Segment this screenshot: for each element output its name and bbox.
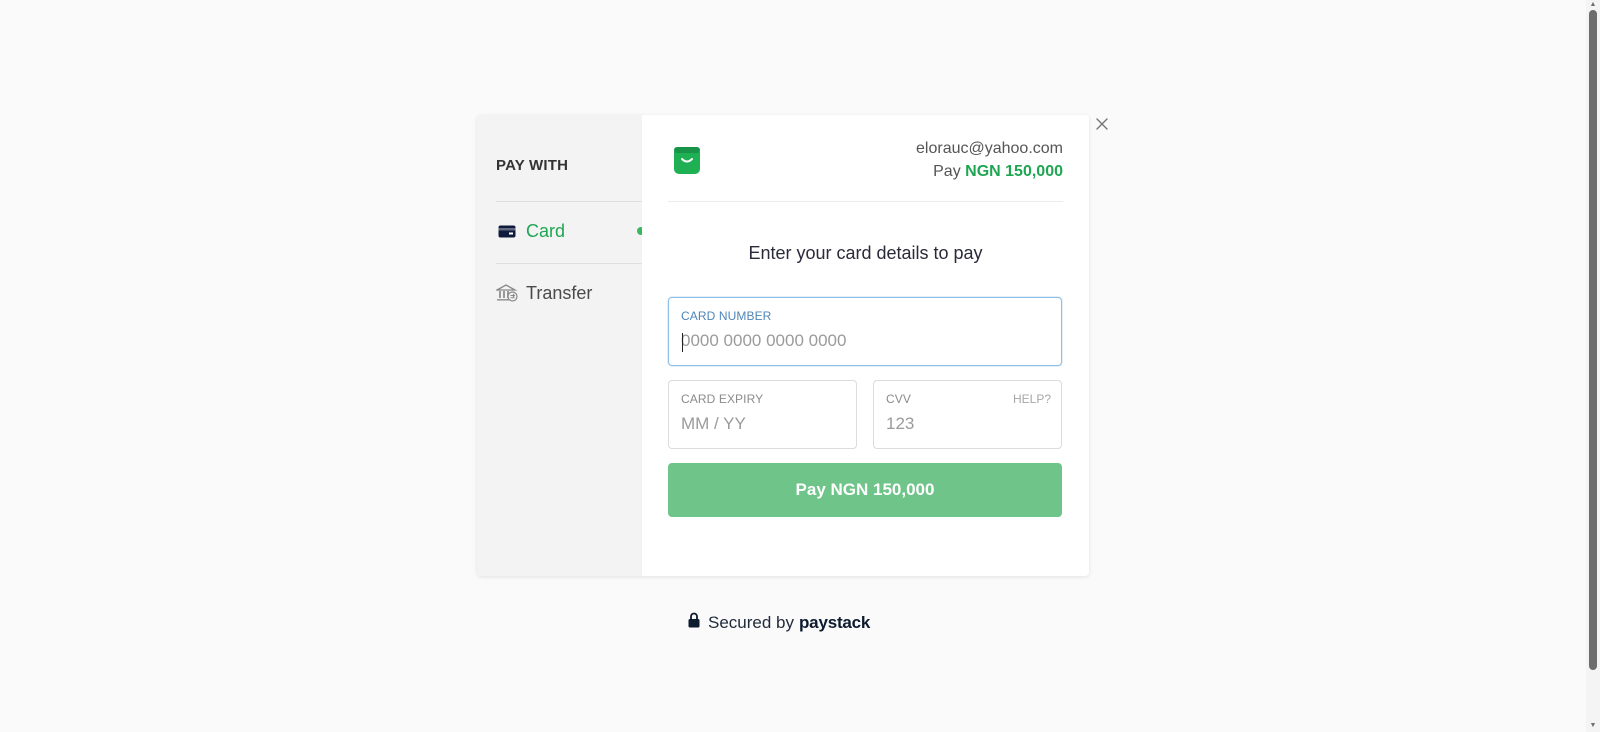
card-number-field[interactable]: CARD NUMBER (668, 297, 1062, 366)
cvv-help-link[interactable]: HELP? (1013, 392, 1051, 406)
header-divider (668, 201, 1063, 202)
lock-icon (688, 612, 700, 633)
sidebar-divider (496, 201, 642, 202)
pay-amount-line: Pay NGN 150,000 (933, 163, 1063, 181)
close-icon[interactable] (1094, 117, 1110, 133)
scroll-down-arrow[interactable]: ▼ (1588, 722, 1598, 730)
pay-with-heading: PAY WITH (496, 157, 569, 174)
scrollbar-thumb[interactable] (1589, 10, 1597, 670)
card-number-input[interactable] (681, 331, 1049, 351)
pay-amount: NGN 150,000 (965, 163, 1063, 180)
card-expiry-field[interactable]: CARD EXPIRY (668, 380, 857, 449)
paystack-brand: paystack (799, 612, 871, 632)
sidebar-item-label: Transfer (526, 282, 593, 303)
card-number-label: CARD NUMBER (681, 309, 772, 323)
page-scrollbar[interactable]: ▲ ▼ (1586, 0, 1600, 732)
secured-by-text: Secured by (708, 612, 794, 632)
card-icon (496, 222, 518, 240)
card-expiry-label: CARD EXPIRY (681, 392, 764, 406)
sidebar-item-label: Card (526, 220, 566, 241)
sidebar-divider (496, 263, 642, 264)
form-prompt: Enter your card details to pay (748, 243, 983, 263)
sidebar-item-transfer[interactable]: Transfer (496, 278, 642, 308)
secured-by-footer: Secured by paystack (688, 612, 870, 633)
scroll-up-arrow[interactable]: ▲ (1588, 1, 1598, 9)
customer-email: elorauc@yahoo.com (916, 140, 1063, 157)
sidebar-item-card[interactable]: Card (496, 216, 645, 246)
payment-method-sidebar: PAY WITH Card Transfer (477, 115, 645, 576)
cvv-input[interactable] (886, 414, 1049, 434)
cvv-field[interactable]: CVV HELP? (873, 380, 1062, 449)
payment-modal: PAY WITH Card Transfer elorauc@yahoo.com… (477, 115, 1089, 576)
pay-prefix: Pay (933, 163, 961, 180)
pay-button[interactable]: Pay NGN 150,000 (668, 463, 1062, 517)
merchant-logo (674, 147, 700, 174)
text-caret (682, 333, 683, 352)
card-expiry-input[interactable] (681, 414, 844, 434)
bank-transfer-icon (496, 284, 518, 302)
payment-form-panel: elorauc@yahoo.com Pay NGN 150,000 Enter … (642, 115, 1089, 576)
cvv-label: CVV (886, 392, 911, 406)
